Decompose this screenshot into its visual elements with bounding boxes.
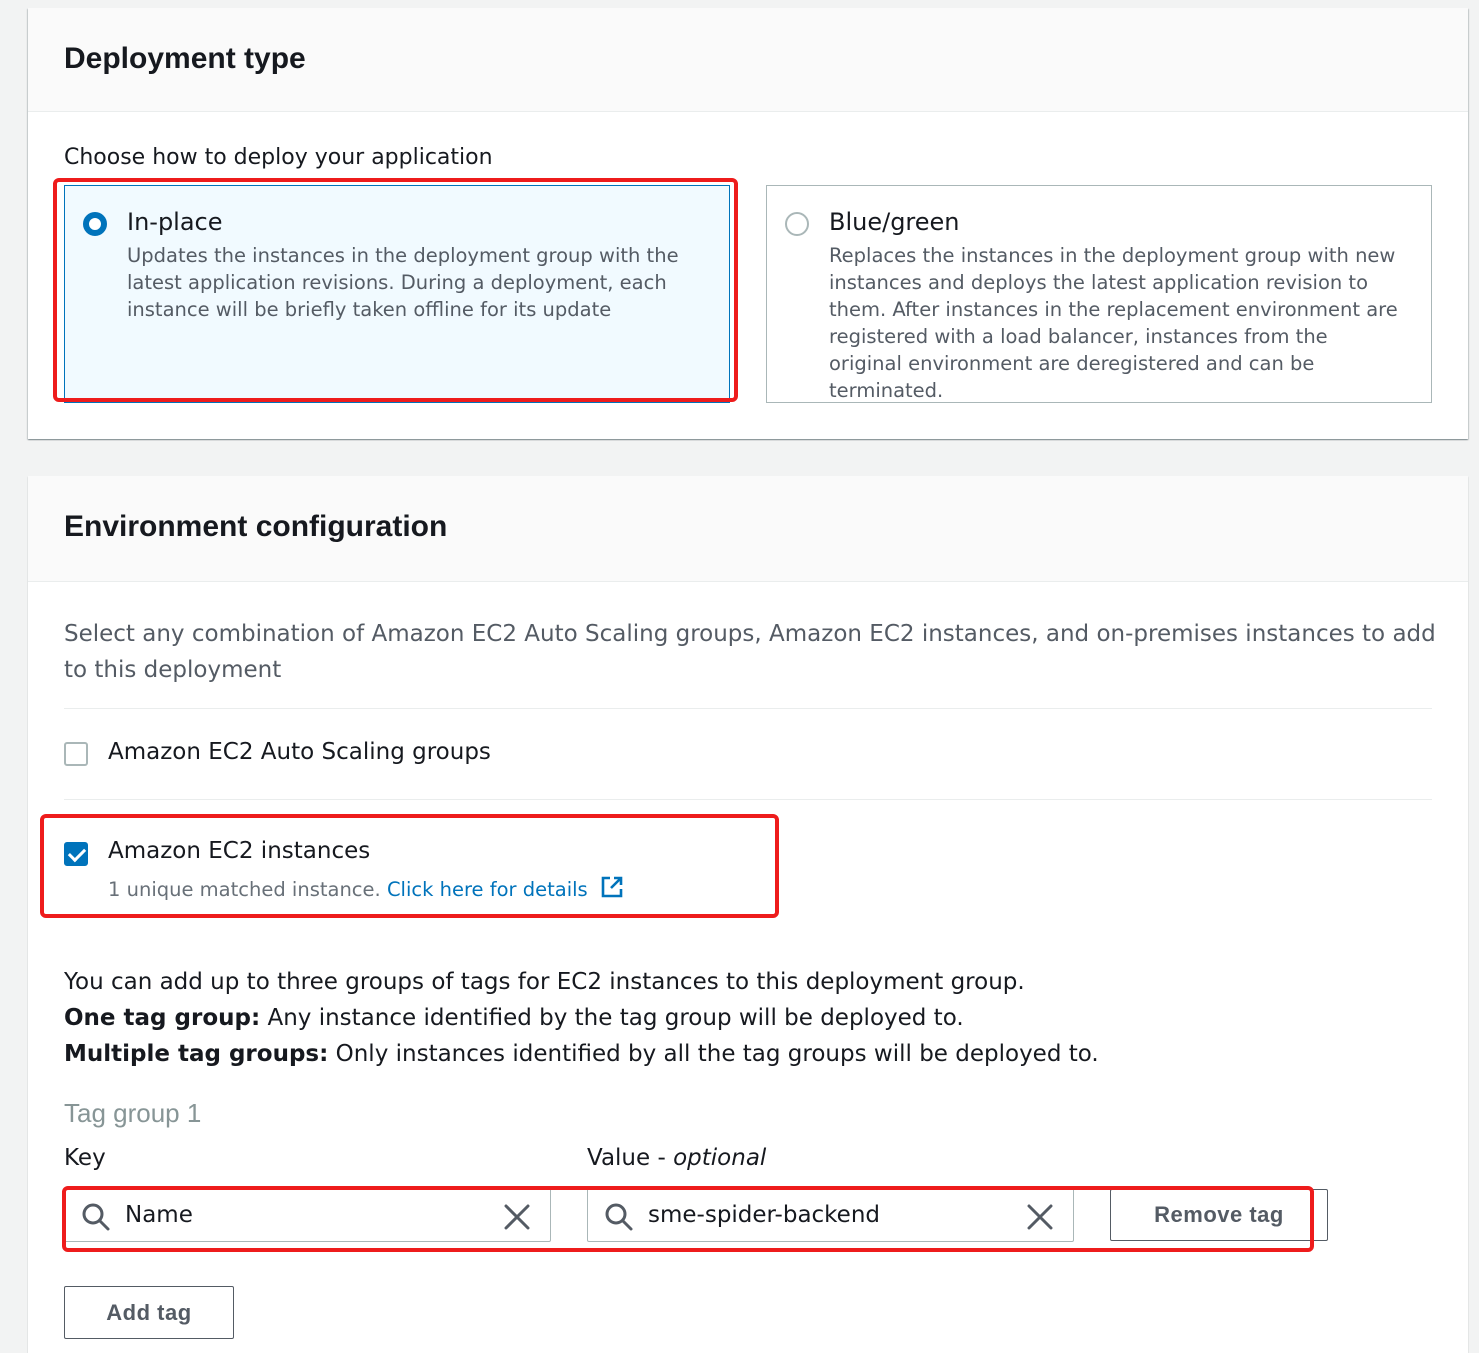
- multi-tag-text: Only instances identified by all the tag…: [328, 1041, 1099, 1067]
- in-place-option[interactable]: In-place Updates the instances in the de…: [64, 185, 730, 403]
- option-description: Updates the instances in the deployment …: [127, 244, 679, 321]
- tag-group-label: Tag group 1: [64, 1098, 202, 1128]
- tags-intro: You can add up to three groups of tags f…: [64, 969, 1025, 995]
- panel-header: Environment configuration: [28, 476, 1468, 582]
- match-count-text: 1 unique matched instance.: [108, 878, 381, 901]
- search-icon: [604, 1202, 634, 1236]
- ec2-instances-label: Amazon EC2 instances: [108, 838, 371, 864]
- blue-green-radio[interactable]: [785, 212, 809, 236]
- in-place-radio[interactable]: [83, 212, 107, 236]
- details-link[interactable]: Click here for details: [387, 878, 588, 901]
- one-tag-info: One tag group: Any instance identified b…: [64, 1000, 1099, 1036]
- multi-tag-bold: Multiple tag groups:: [64, 1041, 329, 1067]
- blue-green-option[interactable]: Blue/green Replaces the instances in the…: [766, 185, 1432, 403]
- asg-label: Amazon EC2 Auto Scaling groups: [108, 739, 491, 765]
- tags-info: You can add up to three groups of tags f…: [64, 964, 1099, 1072]
- deployment-type-panel: Deployment type Choose how to deploy you…: [28, 8, 1468, 439]
- value-label: Value - optional: [587, 1145, 766, 1171]
- divider: [64, 799, 1432, 800]
- panel-header: Deployment type: [28, 8, 1468, 112]
- tag-value-input[interactable]: sme-spider-backend: [587, 1188, 1074, 1242]
- tag-key-input[interactable]: Name: [64, 1188, 551, 1242]
- divider: [64, 708, 1432, 709]
- close-icon[interactable]: [504, 1204, 530, 1234]
- panel-title: Deployment type: [64, 42, 306, 75]
- panel-title: Environment configuration: [64, 510, 448, 543]
- environment-description: Select any combination of Amazon EC2 Aut…: [64, 621, 1436, 683]
- option-title: In-place: [127, 208, 223, 236]
- external-link-icon[interactable]: [600, 875, 624, 904]
- remove-tag-button[interactable]: Remove tag: [1110, 1189, 1328, 1241]
- asg-checkbox[interactable]: [64, 742, 88, 766]
- environment-configuration-panel: Environment configuration Select any com…: [28, 476, 1468, 1353]
- one-tag-bold: One tag group:: [64, 1005, 261, 1031]
- close-icon[interactable]: [1027, 1204, 1053, 1234]
- add-tag-button[interactable]: Add tag: [64, 1286, 234, 1339]
- value-label-text: Value -: [587, 1145, 674, 1171]
- one-tag-text: Any instance identified by the tag group…: [260, 1005, 964, 1031]
- choose-deploy-label: Choose how to deploy your application: [64, 145, 493, 170]
- ec2-instances-checkbox[interactable]: [64, 842, 88, 866]
- key-value: Name: [125, 1202, 193, 1228]
- key-label: Key: [64, 1145, 106, 1171]
- search-icon: [81, 1202, 111, 1236]
- optional-label: optional: [673, 1145, 767, 1171]
- option-description: Replaces the instances in the deployment…: [829, 244, 1398, 402]
- ec2-match-info: 1 unique matched instance. Click here fo…: [108, 875, 624, 904]
- value-value: sme-spider-backend: [648, 1202, 881, 1228]
- option-title: Blue/green: [829, 208, 960, 236]
- multi-tag-info: Multiple tag groups: Only instances iden…: [64, 1036, 1099, 1072]
